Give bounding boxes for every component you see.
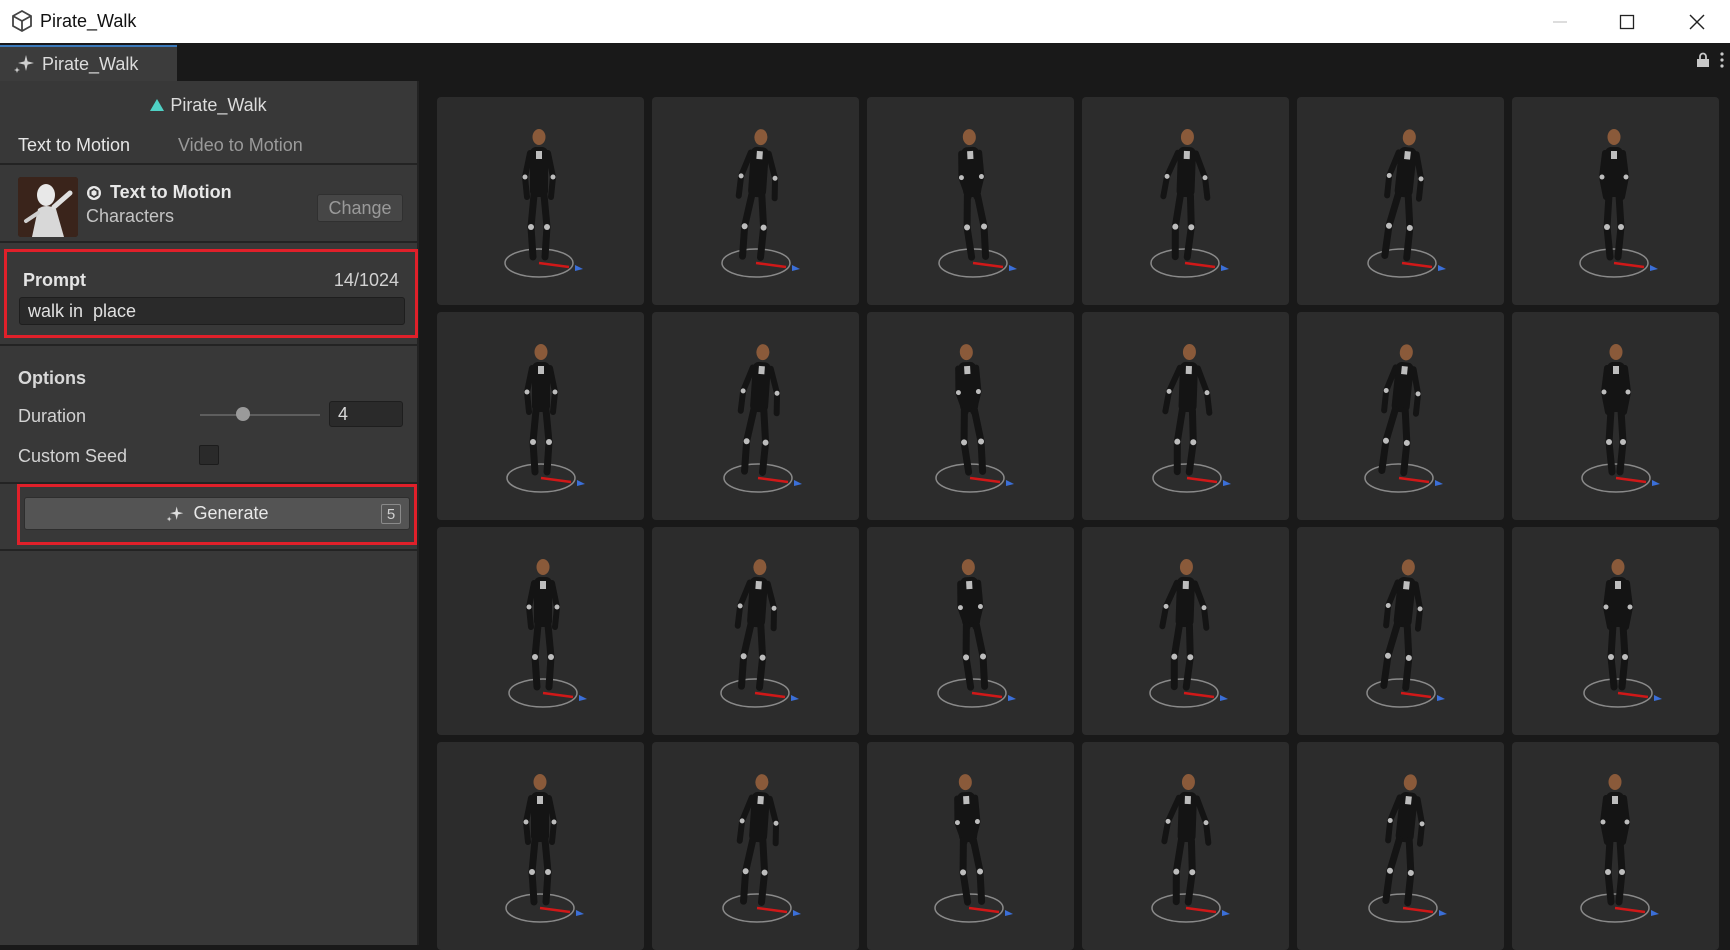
more-options-icon[interactable] bbox=[1720, 52, 1724, 68]
motion-results-grid bbox=[437, 97, 1719, 950]
prompt-section: Prompt 14/1024 bbox=[4, 249, 418, 338]
character-preview-icon bbox=[935, 344, 1014, 493]
tab-video-to-motion[interactable]: Video to Motion bbox=[178, 135, 303, 156]
motion-result-thumbnail[interactable] bbox=[437, 527, 644, 735]
custom-seed-checkbox[interactable] bbox=[199, 445, 219, 465]
motion-result-thumbnail[interactable] bbox=[1297, 742, 1504, 950]
character-preview-icon bbox=[1583, 559, 1662, 708]
asset-header: Pirate_Walk bbox=[0, 81, 417, 129]
prompt-char-count: 14/1024 bbox=[333, 270, 399, 290]
maximize-icon bbox=[1619, 14, 1635, 29]
character-preview-icon bbox=[937, 559, 1016, 708]
title-bar: Pirate_Walk bbox=[0, 0, 1730, 43]
generate-count[interactable]: 5 bbox=[381, 504, 401, 524]
motion-result-thumbnail[interactable] bbox=[1512, 527, 1719, 735]
motion-result-thumbnail[interactable] bbox=[1082, 312, 1289, 520]
generate-button[interactable]: Generate 5 bbox=[24, 497, 410, 530]
model-thumbnail bbox=[18, 177, 78, 237]
character-preview-icon bbox=[1151, 774, 1230, 923]
model-name-text: Text to Motion bbox=[110, 182, 232, 202]
divider bbox=[0, 344, 417, 346]
character-preview-icon bbox=[934, 774, 1013, 923]
motion-result-thumbnail[interactable] bbox=[1297, 97, 1504, 305]
motion-result-thumbnail[interactable] bbox=[1512, 742, 1719, 950]
character-preview-icon bbox=[504, 129, 583, 278]
tab-tools bbox=[1696, 52, 1724, 68]
duration-slider-handle[interactable] bbox=[236, 407, 250, 421]
lock-icon[interactable] bbox=[1696, 52, 1710, 68]
motion-result-thumbnail[interactable] bbox=[1512, 97, 1719, 305]
tab-bar: Pirate_Walk bbox=[0, 43, 1730, 81]
duration-label: Duration bbox=[18, 406, 87, 426]
character-preview-icon bbox=[505, 774, 584, 923]
sparkle-icon bbox=[167, 506, 184, 521]
model-selector: Text to Motion Characters Change bbox=[0, 165, 417, 243]
motion-result-thumbnail[interactable] bbox=[867, 527, 1074, 735]
character-preview-icon bbox=[506, 344, 585, 493]
unity-logo-icon bbox=[87, 185, 101, 200]
mode-tabs: Text to Motion Video to Motion bbox=[0, 129, 417, 165]
motion-result-thumbnail[interactable] bbox=[1082, 527, 1289, 735]
tab-text-to-motion[interactable]: Text to Motion bbox=[18, 135, 130, 156]
character-preview-icon bbox=[1149, 559, 1228, 708]
motion-result-thumbnail[interactable] bbox=[437, 742, 644, 950]
prompt-input[interactable] bbox=[19, 297, 405, 325]
duration-slider-track[interactable] bbox=[200, 414, 320, 416]
maximize-button[interactable] bbox=[1597, 0, 1657, 43]
character-preview-icon bbox=[721, 129, 800, 278]
character-preview-icon bbox=[1364, 344, 1443, 493]
motion-result-thumbnail[interactable] bbox=[652, 742, 859, 950]
character-preview-icon bbox=[938, 129, 1017, 278]
motion-result-thumbnail[interactable] bbox=[437, 312, 644, 520]
motion-result-thumbnail[interactable] bbox=[437, 97, 644, 305]
motion-result-thumbnail[interactable] bbox=[652, 527, 859, 735]
motion-result-thumbnail[interactable] bbox=[1297, 527, 1504, 735]
motion-result-thumbnail[interactable] bbox=[1512, 312, 1719, 520]
close-button[interactable] bbox=[1667, 0, 1727, 43]
character-preview-icon bbox=[723, 344, 802, 493]
asset-name: Pirate_Walk bbox=[170, 94, 267, 115]
sparkle-icon bbox=[14, 55, 34, 73]
character-preview-icon bbox=[1580, 774, 1659, 923]
motion-result-thumbnail[interactable] bbox=[1082, 742, 1289, 950]
duration-field[interactable] bbox=[329, 401, 403, 427]
minimize-button[interactable] bbox=[1530, 0, 1590, 43]
prompt-label: Prompt bbox=[23, 270, 86, 290]
motion-result-thumbnail[interactable] bbox=[867, 312, 1074, 520]
motion-result-thumbnail[interactable] bbox=[652, 97, 859, 305]
model-category: Characters bbox=[86, 206, 175, 226]
motion-result-thumbnail[interactable] bbox=[652, 312, 859, 520]
generator-panel: Pirate_Walk Text to Motion Video to Moti… bbox=[0, 81, 419, 945]
divider bbox=[0, 549, 417, 551]
character-preview-icon bbox=[720, 559, 799, 708]
options-heading: Options bbox=[18, 368, 86, 388]
character-preview-icon bbox=[1579, 129, 1658, 278]
tab-pirate-walk[interactable]: Pirate_Walk bbox=[0, 45, 177, 81]
motion-result-thumbnail[interactable] bbox=[867, 742, 1074, 950]
character-preview-icon bbox=[722, 774, 801, 923]
motion-result-thumbnail[interactable] bbox=[867, 97, 1074, 305]
motion-result-thumbnail[interactable] bbox=[1082, 97, 1289, 305]
window-title: Pirate_Walk bbox=[40, 11, 137, 31]
model-name: Text to Motion bbox=[86, 182, 232, 203]
character-preview-icon bbox=[1581, 344, 1660, 493]
motion-result-thumbnail[interactable] bbox=[1297, 312, 1504, 520]
close-icon bbox=[1689, 14, 1705, 29]
custom-seed-label: Custom Seed bbox=[18, 446, 128, 466]
generate-section: Generate 5 bbox=[17, 484, 417, 545]
unity-cube-icon bbox=[12, 9, 32, 33]
tab-label: Pirate_Walk bbox=[42, 53, 139, 74]
generate-label: Generate bbox=[193, 503, 269, 523]
character-preview-icon bbox=[1152, 344, 1231, 493]
minimize-icon bbox=[1553, 21, 1567, 22]
animation-clip-icon bbox=[150, 99, 165, 111]
character-preview-icon bbox=[1150, 129, 1229, 278]
character-preview-icon bbox=[1368, 774, 1447, 923]
character-preview-icon bbox=[508, 559, 587, 708]
change-model-button[interactable]: Change bbox=[317, 194, 403, 222]
character-preview-icon bbox=[1366, 559, 1445, 708]
character-preview-icon bbox=[1367, 129, 1446, 278]
